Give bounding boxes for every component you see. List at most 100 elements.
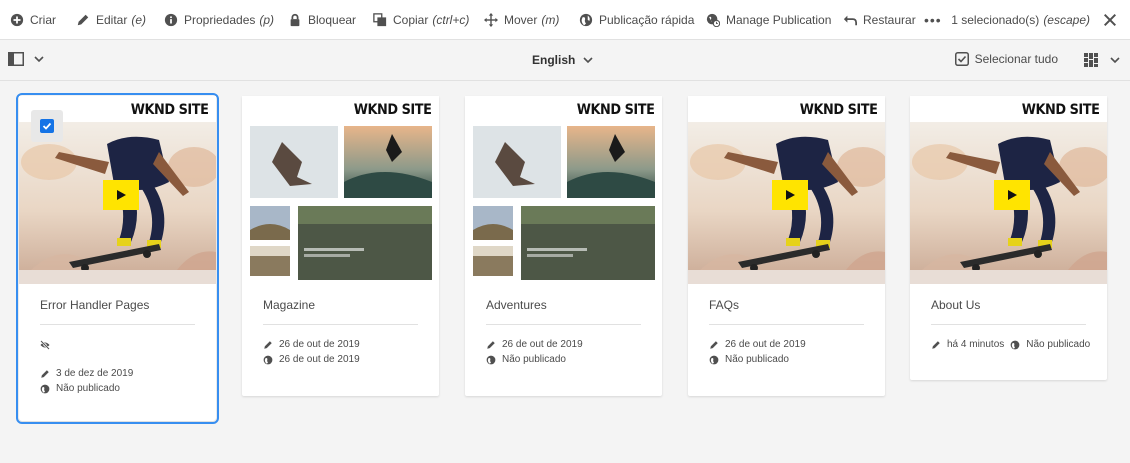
language-selector[interactable]: English [532,53,593,67]
select-all-label: Selecionar tudo [974,52,1058,66]
manage-publication-label: Manage Publication [726,12,832,27]
rail-toggle-button[interactable] [8,52,44,66]
modified-row: 26 de out de 2019 [709,337,864,352]
copy-label: Copiar [393,12,429,27]
lock-icon [290,13,300,26]
modified-date: 26 de out de 2019 [502,339,583,350]
restore-label: Restaurar [863,12,916,27]
card-thumbnail: WKND SITE [688,96,885,284]
lock-label: Bloquear [308,12,357,27]
card-thumbnail: WKND SITE [910,96,1107,284]
magazine-grid-image [242,122,439,284]
pencil-icon [710,340,718,349]
page-card-magazine[interactable]: WKND SITE Magazine 26 de out de 2019 26 … [242,96,439,396]
modified-date: 26 de out de 2019 [279,339,360,350]
action-toolbar: Criar Editar (e) Propriedades (p) Bloquear… [0,0,1130,40]
publish-status: 26 de out de 2019 [279,354,360,365]
card-select-checkbox[interactable] [31,110,63,142]
globe-icon [486,355,496,364]
globe-icon [263,355,273,364]
properties-button[interactable]: Propriedades (p) [164,0,274,40]
card-title: Adventures [486,298,547,312]
create-button[interactable]: Criar [10,0,56,40]
page-card-faqs[interactable]: WKND SITE FAQs 26 de out de 2019 Não pub… [688,96,885,396]
publish-status: Não publicado [56,383,120,394]
modified-date: 3 de dez de 2019 [56,368,134,379]
card-thumbnail: WKND SITE [242,96,439,284]
view-switcher[interactable] [1084,53,1120,67]
pencil-icon [41,369,49,378]
published-row: Não publicado [486,352,641,367]
publish-status: Não publicado [502,354,566,365]
pencil-icon [264,340,272,349]
no-preview-row [40,337,195,352]
card-meta: 26 de out de 2019 Não publicado [465,325,662,367]
pencil-icon [932,340,940,349]
info-icon [164,13,178,26]
published-row: Não publicado [709,352,864,367]
selection-escape-hint: (escape) [1043,13,1090,27]
globe-clock-icon [706,13,720,27]
modified-date: há 4 minutos [947,339,1005,350]
pencil-icon [77,14,89,25]
publish-status: Não publicado [1026,339,1091,350]
chevron-down-icon [583,57,593,64]
undo-icon [843,15,857,25]
card-meta: 3 de dez de 2019 Não publicado [19,325,216,396]
pencil-icon [487,340,495,349]
play-icon [103,180,139,210]
more-actions-button[interactable]: ••• [924,0,942,40]
quick-publish-label: Publicação rápida [599,12,695,27]
card-view-icon [1084,53,1098,67]
modified-row: 26 de out de 2019 [486,337,641,352]
restore-button[interactable]: Restaurar [843,0,916,40]
card-meta: 26 de out de 2019 26 de out de 2019 [242,325,439,367]
globe-icon [1010,340,1020,349]
wknd-logo: WKND SITE [576,102,654,118]
page-card-about-us[interactable]: WKND SITE About Us há 4 minutos Não publ… [910,96,1107,380]
card-title: About Us [931,298,981,312]
modified-date: 26 de out de 2019 [725,339,806,350]
status-row: há 4 minutos Não publicado [931,337,1090,352]
card-title: FAQs [709,298,740,312]
copy-icon [373,12,387,26]
card-thumbnail: WKND SITE [19,96,216,284]
card-title: Error Handler Pages [40,298,150,312]
modified-row: 26 de out de 2019 [263,337,418,352]
globe-icon [579,13,593,26]
wknd-logo: WKND SITE [799,102,877,118]
card-meta: há 4 minutos Não publicado [910,325,1107,352]
adventures-grid-image [465,122,662,284]
properties-shortcut: (p) [259,12,275,27]
page-card-error-handler[interactable]: WKND SITE Error Handler Pages 3 de dez d… [16,93,219,424]
language-label: English [532,53,576,67]
chevron-down-icon [34,56,44,63]
add-circle-icon [10,13,24,26]
play-icon [994,180,1030,210]
page-card-adventures[interactable]: WKND SITE Adventures 26 de out de 2019 N… [465,96,662,396]
move-shortcut: (m) [541,12,560,27]
move-icon [484,12,498,27]
lock-button[interactable]: Bloquear [288,0,356,40]
copy-button[interactable]: Copiar (ctrl+c) [373,0,469,40]
chevron-down-icon [1110,57,1120,64]
checkmark-icon [40,119,54,133]
publish-status: Não publicado [725,354,789,365]
manage-publication-button[interactable]: Manage Publication [706,0,831,40]
select-all-button[interactable]: Selecionar tudo [954,52,1058,66]
published-row: 26 de out de 2019 [263,352,418,367]
eye-off-icon [40,339,50,350]
wknd-logo: WKND SITE [130,102,208,118]
card-title: Magazine [263,298,316,312]
play-icon [772,180,808,210]
globe-icon [40,384,50,393]
move-button[interactable]: Mover (m) [484,0,559,40]
quick-publish-button[interactable]: Publicação rápida [579,0,694,40]
edit-shortcut: (e) [131,12,147,27]
wknd-logo: WKND SITE [1021,102,1099,118]
checkbox-checked-icon [954,52,969,66]
edit-button[interactable]: Editar (e) [76,0,146,40]
selection-count: 1 selecionado(s) [951,13,1040,27]
close-icon[interactable] [1102,12,1118,28]
view-subbar: English Selecionar tudo [0,41,1130,81]
